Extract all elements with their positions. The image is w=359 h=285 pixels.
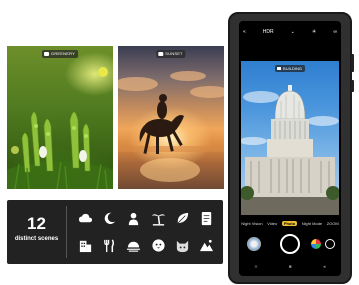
- greenery-photo: GREENERY: [7, 46, 113, 189]
- camera-controls: [239, 233, 341, 257]
- sunset-icon: [122, 232, 146, 259]
- gallery-thumbnail[interactable]: [247, 237, 261, 251]
- mode-photo[interactable]: Photo: [281, 220, 298, 226]
- filter-effects-icon[interactable]: [311, 239, 321, 249]
- camera-viewfinder[interactable]: BUILDING: [241, 61, 339, 215]
- leaf-tag-icon: [44, 52, 50, 56]
- back-icon[interactable]: ◂: [323, 264, 326, 270]
- moon-icon: [97, 205, 121, 232]
- baby-icon: [122, 205, 146, 232]
- volume-button: [351, 54, 354, 72]
- home-icon[interactable]: ■: [289, 264, 292, 270]
- greenery-tag: GREENERY: [42, 50, 78, 58]
- mode-zoom[interactable]: ZOOM: [327, 221, 339, 226]
- switch-camera-icon[interactable]: [325, 239, 335, 249]
- capitol-building-illustration: [241, 85, 339, 215]
- mode-night-vision[interactable]: Night Vision: [241, 221, 262, 226]
- shutter-button[interactable]: [280, 234, 300, 254]
- menu-icon[interactable]: ≡: [255, 264, 258, 270]
- camera-top-bar: « HDR ⌄ ☀ ∞: [243, 27, 337, 37]
- greenery-plants-illustration: [7, 67, 113, 189]
- brightness-icon[interactable]: ☀: [312, 29, 316, 35]
- hdr-toggle[interactable]: HDR: [263, 29, 274, 35]
- scenes-divider: [66, 206, 67, 258]
- document-icon: [195, 205, 219, 232]
- sunset-rider-illustration: [118, 71, 224, 182]
- phone-device: « HDR ⌄ ☀ ∞ BUILDING Night Vision Video …: [228, 12, 354, 284]
- scenes-panel: 12 distinct scenes: [7, 200, 223, 264]
- sunset-tag-icon: [158, 52, 164, 56]
- cloud-icon: [73, 205, 97, 232]
- building-tag-icon: [277, 67, 282, 70]
- scene-caption: distinct scenes: [14, 236, 59, 242]
- building-icon: [73, 232, 97, 259]
- scene-count: 12: [27, 214, 46, 233]
- mode-night[interactable]: Night Mode: [302, 221, 322, 226]
- palm-tree-icon: [146, 205, 170, 232]
- mountain-icon: [195, 232, 219, 259]
- utensils-icon: [97, 232, 121, 259]
- pet-icon: [146, 232, 170, 259]
- sunset-tag: SUNSET: [156, 50, 186, 58]
- collapse-icon[interactable]: «: [243, 29, 246, 35]
- power-button: [351, 80, 354, 92]
- filter-icon[interactable]: ∞: [333, 29, 337, 35]
- camera-mode-bar: Night Vision Video Photo Night Mode ZOOM: [239, 219, 341, 227]
- sunset-photo: SUNSET: [118, 46, 224, 189]
- camera-screen: « HDR ⌄ ☀ ∞ BUILDING Night Vision Video …: [239, 21, 341, 276]
- cat-icon: [170, 232, 194, 259]
- leaf-icon: [170, 205, 194, 232]
- chevron-down-icon[interactable]: ⌄: [291, 29, 295, 35]
- scene-detect-tag: BUILDING: [275, 65, 305, 72]
- mode-video[interactable]: Video: [267, 221, 277, 226]
- system-nav-bar: ≡ ■ ◂: [239, 263, 341, 271]
- scene-icon-grid: [73, 205, 219, 259]
